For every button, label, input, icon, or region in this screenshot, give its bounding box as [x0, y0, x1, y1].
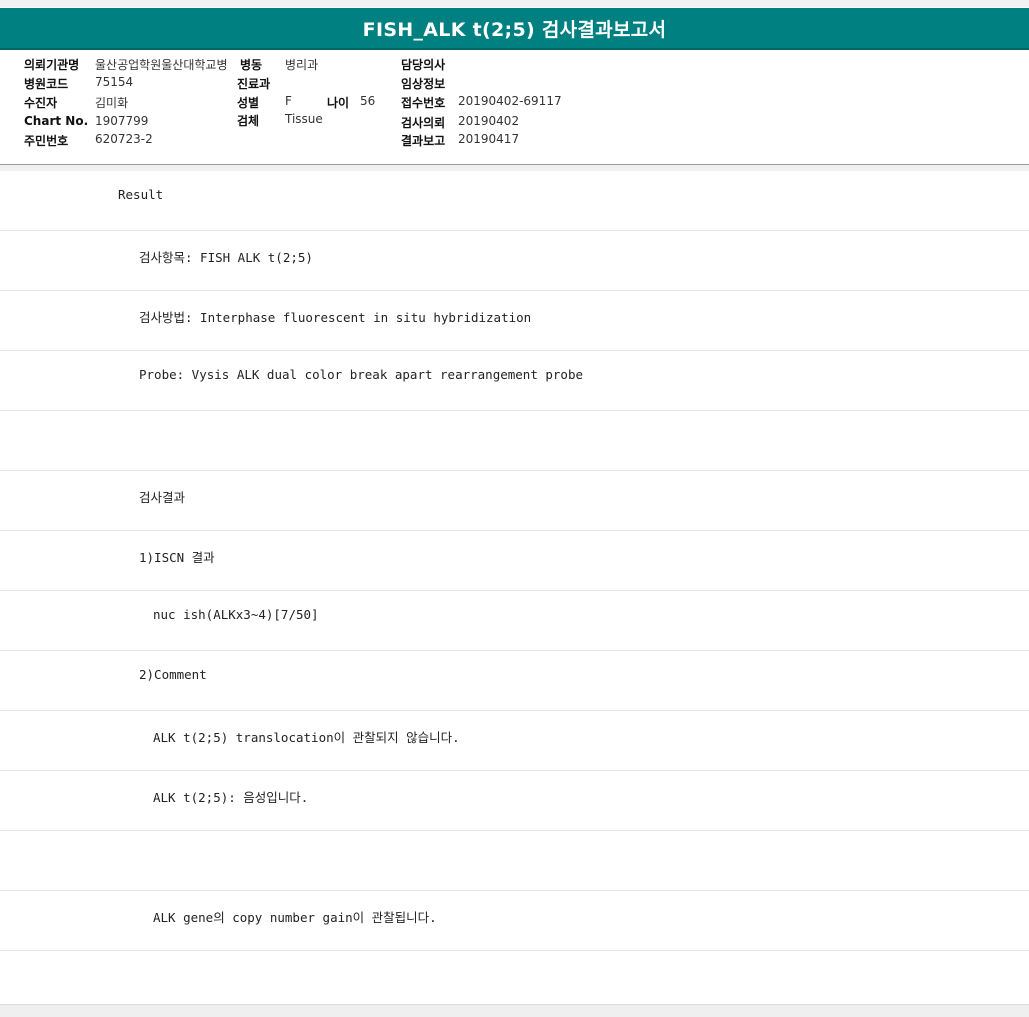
result-line: Probe: Vysis ALK dual color break apart … — [0, 351, 1029, 411]
attending-label: 담당의사 — [401, 58, 446, 72]
result-line-text: ALK t(2;5) translocation이 관찰되지 않습니다. — [153, 730, 460, 745]
result-line: nuc ish(ALKx3~4)[7/50] — [0, 591, 1029, 651]
hospital-code-label: 병원코드 — [24, 77, 69, 91]
bottom-strip — [0, 1004, 1029, 1017]
specimen-value: Tissue — [285, 112, 323, 126]
report-title-bar: FISH_ALK t(2;5) 검사결과보고서 — [0, 8, 1029, 50]
top-strip — [0, 0, 1029, 7]
result-line: 검사항목: FISH ALK t(2;5) — [0, 231, 1029, 291]
report-date-label: 결과보고 — [401, 134, 446, 148]
request-date-label: 검사의뢰 — [401, 116, 446, 130]
report-title: FISH_ALK t(2;5) 검사결과보고서 — [362, 18, 667, 41]
ward-value: 병리과 — [285, 58, 319, 72]
result-line-text: 검사방법: Interphase fluorescent in situ hyb… — [139, 310, 532, 325]
ward-label: 병동 — [240, 58, 263, 72]
result-line-text: 검사항목: FISH ALK t(2;5) — [139, 250, 313, 265]
report-date-value: 20190417 — [458, 132, 520, 146]
patient-info-header: 의뢰기관명 울산공업학원울산대학교병 병동 병리과 담당의사 병원코드 7515… — [0, 50, 1029, 165]
requesting-institution-value: 울산공업학원울산대학교병 — [95, 58, 228, 72]
result-line — [0, 831, 1029, 891]
ssn-value: 620723-2 — [95, 132, 153, 146]
result-line — [0, 411, 1029, 471]
result-line-text: 2)Comment — [139, 667, 207, 682]
request-date-value: 20190402 — [458, 114, 520, 128]
result-line-text: Probe: Vysis ALK dual color break apart … — [139, 367, 584, 382]
result-line-text: Result — [118, 187, 164, 202]
ssn-label: 주민번호 — [24, 134, 69, 148]
result-line: Result — [0, 171, 1029, 231]
hospital-code-value: 75154 — [95, 75, 134, 89]
result-line-text: ALK gene의 copy number gain이 관찰됩니다. — [153, 910, 437, 925]
result-line: 검사결과 — [0, 471, 1029, 531]
clinical-info-label: 임상정보 — [401, 77, 446, 91]
result-line — [0, 951, 1029, 1011]
sex-label: 성별 — [237, 96, 260, 110]
requesting-institution-label: 의뢰기관명 — [24, 58, 80, 72]
result-line-text: 검사결과 — [139, 490, 186, 505]
receipt-no-label: 접수번호 — [401, 96, 446, 110]
result-line: ALK gene의 copy number gain이 관찰됩니다. — [0, 891, 1029, 951]
result-line-text: 1)ISCN 결과 — [139, 550, 215, 565]
receipt-no-value: 20190402-69117 — [458, 94, 562, 108]
result-content: Result 검사항목: FISH ALK t(2;5) 검사방법: Inter… — [0, 171, 1029, 1011]
result-line: ALK t(2;5): 음성입니다. — [0, 771, 1029, 831]
result-line: ALK t(2;5) translocation이 관찰되지 않습니다. — [0, 711, 1029, 771]
department-label: 진료과 — [237, 77, 271, 91]
age-value: 56 — [360, 94, 376, 108]
examinee-label: 수진자 — [24, 96, 58, 110]
result-line-text: ALK t(2;5): 음성입니다. — [153, 790, 309, 805]
examinee-value: 김미화 — [95, 96, 129, 110]
chart-no-value: 1907799 — [95, 114, 149, 128]
chart-no-label: Chart No. — [24, 114, 89, 128]
result-line: 1)ISCN 결과 — [0, 531, 1029, 591]
result-line: 검사방법: Interphase fluorescent in situ hyb… — [0, 291, 1029, 351]
result-line-text: nuc ish(ALKx3~4)[7/50] — [153, 607, 319, 622]
age-label: 나이 — [327, 96, 350, 110]
sex-value: F — [285, 94, 292, 108]
result-line: 2)Comment — [0, 651, 1029, 711]
specimen-label: 검체 — [237, 114, 260, 128]
